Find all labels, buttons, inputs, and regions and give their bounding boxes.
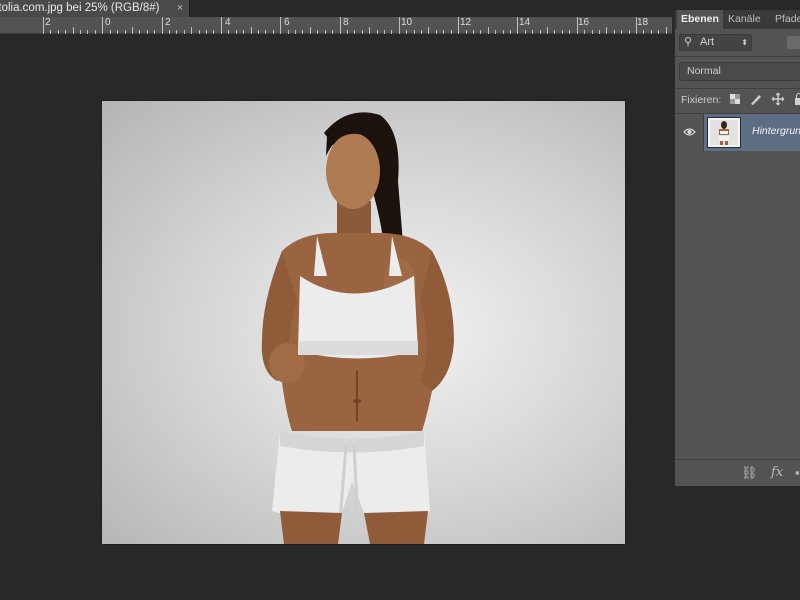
panel-dock-empty xyxy=(674,486,800,600)
tab-ebenen[interactable]: Ebenen xyxy=(677,10,723,29)
chevron-updown-icon: ⬍ xyxy=(741,38,748,47)
ruler-label: 0 xyxy=(105,17,111,28)
ruler-label: 2 xyxy=(165,17,171,28)
divider xyxy=(675,88,800,89)
ruler-label: 14 xyxy=(519,17,531,28)
document-tab[interactable]: otolia.com.jpg bei 25% (RGB/8#) × xyxy=(0,0,190,17)
canvas-area[interactable] xyxy=(0,35,672,600)
visibility-toggle[interactable] xyxy=(675,114,704,151)
panel-tab-bar: Ebenen Kanäle Pfade xyxy=(675,10,800,29)
ruler-label: 12 xyxy=(460,17,472,28)
ruler-label: 16 xyxy=(578,17,590,28)
filter-toggle-icon[interactable] xyxy=(787,36,800,49)
layer-thumbnail xyxy=(708,118,740,147)
ruler-ticks xyxy=(43,17,667,34)
lock-all-icon[interactable] xyxy=(792,92,800,106)
blend-mode-select[interactable]: Normal xyxy=(679,62,800,81)
lock-label: Fixieren: xyxy=(681,94,722,106)
ruler-label: 10 xyxy=(401,17,413,28)
eye-icon xyxy=(683,128,696,136)
ruler-label: 2 xyxy=(45,17,51,28)
lock-position-icon[interactable] xyxy=(771,92,785,106)
link-icon[interactable]: ⛓ xyxy=(741,465,758,481)
fx-icon[interactable]: fx xyxy=(771,465,783,480)
layer-name[interactable]: Hintergrund xyxy=(752,125,800,137)
lock-transparent-icon[interactable] xyxy=(728,92,742,106)
document-tab-bar: otolia.com.jpg bei 25% (RGB/8#) × xyxy=(0,0,672,17)
layer-row[interactable]: Hintergrund xyxy=(675,114,800,151)
woman-photo-illustration xyxy=(261,112,454,544)
lock-image-icon[interactable] xyxy=(749,92,763,106)
layers-panel-footer: ⛓ fx ▪ xyxy=(675,459,800,486)
mask-icon[interactable]: ▪ xyxy=(795,465,800,480)
ruler-label: 6 xyxy=(284,17,290,28)
search-icon: ⚲ xyxy=(684,36,693,48)
ruler-label: 4 xyxy=(225,17,231,28)
document-tab-title: otolia.com.jpg bei 25% (RGB/8#) xyxy=(0,2,160,14)
document-image[interactable] xyxy=(102,101,625,544)
tab-kanaele[interactable]: Kanäle xyxy=(724,10,765,29)
divider xyxy=(675,56,800,57)
ruler-label: 18 xyxy=(637,17,649,28)
layer-filter-select[interactable]: ⚲ Art ⬍ xyxy=(679,34,752,51)
layers-panel: Ebenen Kanäle Pfade ⚲ Art ⬍ Normal Fixie… xyxy=(674,10,800,486)
tab-pfade[interactable]: Pfade xyxy=(771,10,800,29)
ruler-label: 8 xyxy=(343,17,349,28)
panel-dock-header xyxy=(672,0,800,10)
close-icon[interactable]: × xyxy=(173,0,187,17)
filter-label: Art xyxy=(700,36,715,48)
horizontal-ruler[interactable]: 2 0 2 4 6 8 10 12 14 16 18 xyxy=(0,17,672,34)
